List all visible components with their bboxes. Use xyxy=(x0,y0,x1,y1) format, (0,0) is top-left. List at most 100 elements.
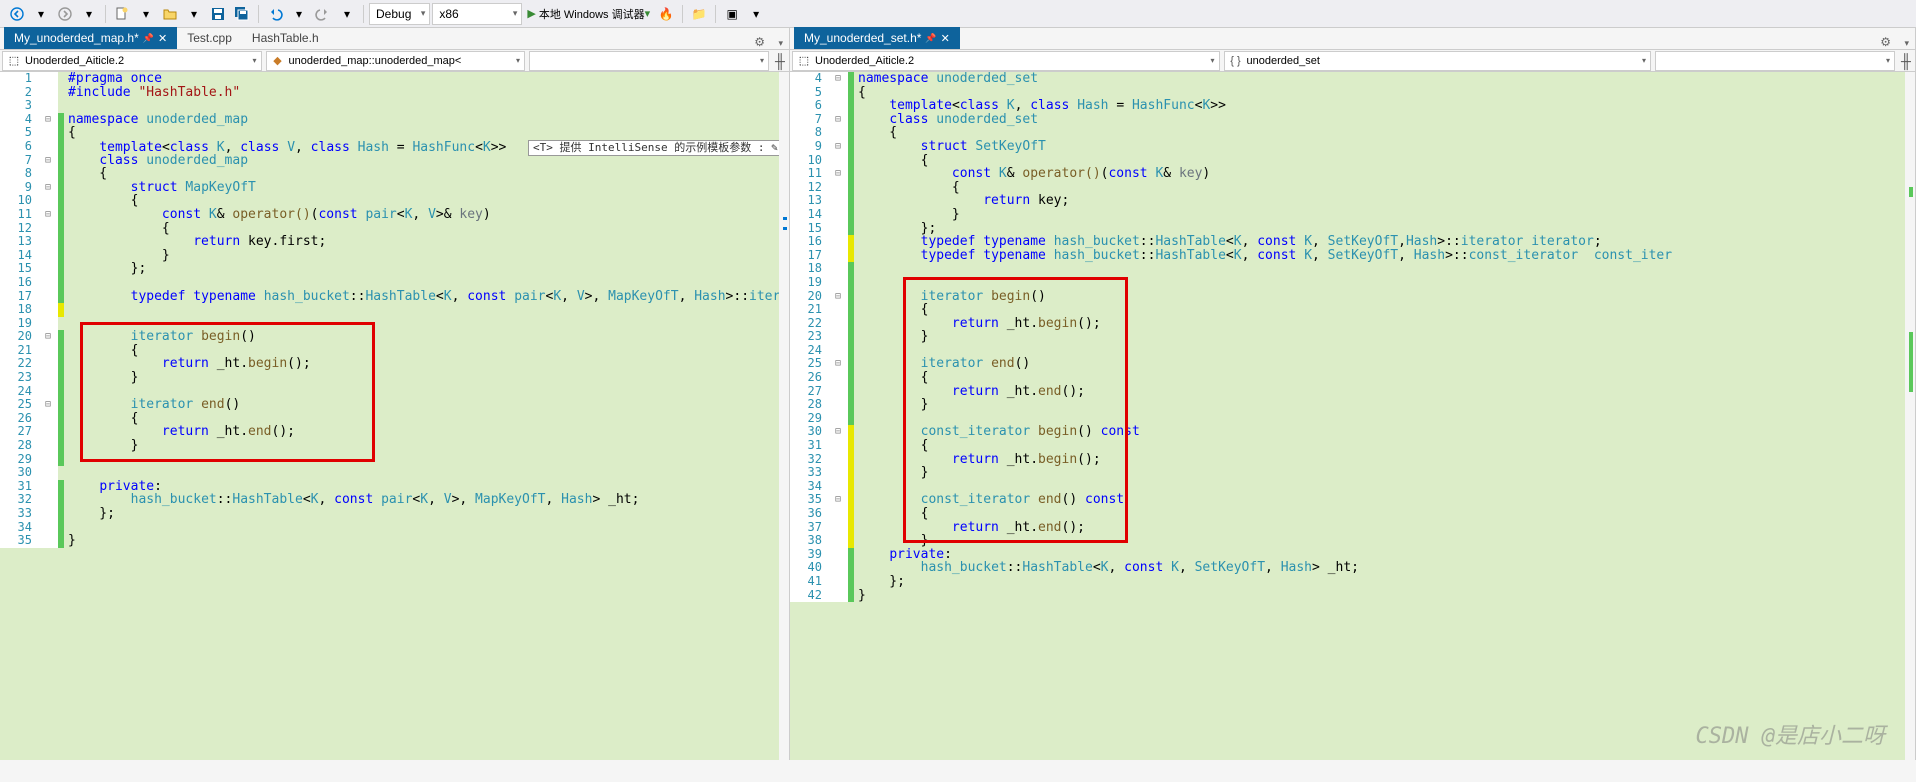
crumb-symbol[interactable]: { }unoderded_set xyxy=(1224,51,1652,71)
code-line[interactable]: 14 } xyxy=(0,249,789,263)
fold-toggle[interactable]: ⊟ xyxy=(828,357,848,371)
redo-button[interactable] xyxy=(312,3,334,25)
code-line[interactable]: 16 xyxy=(0,276,789,290)
code-line[interactable]: 23 } xyxy=(0,371,789,385)
left-editor[interactable]: 1#pragma once2#include "HashTable.h"34⊟n… xyxy=(0,72,789,760)
new-dd[interactable]: ▾ xyxy=(135,3,157,25)
code-line[interactable]: 34 xyxy=(790,480,1915,494)
nav-back-button[interactable] xyxy=(6,3,28,25)
code-line[interactable]: 12 { xyxy=(790,181,1915,195)
code-line[interactable]: 22 return _ht.begin(); xyxy=(0,357,789,371)
code-line[interactable]: 31 private: xyxy=(0,480,789,494)
nav-dd[interactable]: ▾ xyxy=(78,3,100,25)
fold-toggle[interactable]: ⊟ xyxy=(828,113,848,127)
pin-icon[interactable]: 📌 xyxy=(925,33,936,44)
fold-toggle[interactable]: ⊟ xyxy=(38,330,58,344)
fold-toggle[interactable]: ⊟ xyxy=(828,493,848,507)
gear-icon[interactable]: ⚙ xyxy=(754,35,765,49)
gear-icon[interactable]: ⚙ xyxy=(1880,35,1891,49)
code-line[interactable]: 18 xyxy=(0,303,789,317)
code-line[interactable]: 39 private: xyxy=(790,548,1915,562)
code-line[interactable]: 31 { xyxy=(790,439,1915,453)
code-line[interactable]: 29 xyxy=(0,453,789,467)
code-line[interactable]: 28 } xyxy=(790,398,1915,412)
open-file-button[interactable] xyxy=(159,3,181,25)
code-line[interactable]: 37 return _ht.end(); xyxy=(790,521,1915,535)
close-icon[interactable]: ✕ xyxy=(941,32,950,45)
open-dd[interactable]: ▾ xyxy=(183,3,205,25)
code-line[interactable]: 36 { xyxy=(790,507,1915,521)
code-line[interactable]: 30 xyxy=(0,466,789,480)
code-line[interactable]: 27 return _ht.end(); xyxy=(790,385,1915,399)
code-line[interactable]: 10 { xyxy=(790,154,1915,168)
code-line[interactable]: 2#include "HashTable.h" xyxy=(0,86,789,100)
undo-button[interactable] xyxy=(264,3,286,25)
flame-icon[interactable]: 🔥 xyxy=(655,3,677,25)
code-line[interactable]: 15 }; xyxy=(0,262,789,276)
crumb-split-icon[interactable]: ╫ xyxy=(771,53,789,69)
code-line[interactable]: 1#pragma once xyxy=(0,72,789,86)
code-line[interactable]: 28 } xyxy=(0,439,789,453)
fold-toggle[interactable]: ⊟ xyxy=(828,140,848,154)
code-line[interactable]: 10 { xyxy=(0,194,789,208)
file-tab[interactable]: HashTable.h xyxy=(242,27,329,49)
crumb-split-icon[interactable]: ╫ xyxy=(1897,53,1915,69)
code-line[interactable]: 41 }; xyxy=(790,575,1915,589)
file-tab[interactable]: My_unoderded_map.h* 📌✕ xyxy=(4,27,177,49)
new-file-button[interactable] xyxy=(111,3,133,25)
file-tab[interactable]: My_unoderded_set.h* 📌✕ xyxy=(794,27,960,49)
platform-dropdown[interactable]: x86 xyxy=(432,3,522,25)
code-line[interactable]: 5{ xyxy=(0,126,789,140)
code-line[interactable]: 35⊟ const_iterator end() const xyxy=(790,493,1915,507)
fold-toggle[interactable]: ⊟ xyxy=(828,425,848,439)
undo-dd[interactable]: ▾ xyxy=(288,3,310,25)
code-line[interactable]: 33 }; xyxy=(0,507,789,521)
code-line[interactable]: 35} xyxy=(0,534,789,548)
code-line[interactable]: 24 xyxy=(0,385,789,399)
crumb-project[interactable]: ⬚Unoderded_Aiticle.2 xyxy=(2,51,262,71)
code-line[interactable]: 20⊟ iterator begin() xyxy=(790,290,1915,304)
code-line[interactable]: 17 typedef typename hash_bucket::HashTab… xyxy=(0,290,789,304)
code-line[interactable]: 16 typedef typename hash_bucket::HashTab… xyxy=(790,235,1915,249)
folder-icon[interactable]: 📁 xyxy=(688,3,710,25)
code-line[interactable]: 11⊟ const K& operator()(const pair<K, V>… xyxy=(0,208,789,222)
save-all-button[interactable] xyxy=(231,3,253,25)
right-editor[interactable]: CSDN @是店小二呀 4⊟namespace unoderded_set5{6… xyxy=(790,72,1915,760)
code-line[interactable]: 21 { xyxy=(0,344,789,358)
code-line[interactable]: 12 { xyxy=(0,222,789,236)
close-icon[interactable]: ✕ xyxy=(158,32,167,45)
code-line[interactable]: 42} xyxy=(790,589,1915,603)
fold-toggle[interactable]: ⊟ xyxy=(38,398,58,412)
code-line[interactable]: 4⊟namespace unoderded_map xyxy=(0,113,789,127)
window-icon[interactable]: ▣ xyxy=(721,3,743,25)
tabs-overflow-icon[interactable]: ▾ xyxy=(778,38,783,49)
code-line[interactable]: 6 template<class K, class V, class Hash … xyxy=(0,140,789,154)
config-dropdown[interactable]: Debug xyxy=(369,3,430,25)
nav-forward-button[interactable]: ▾ xyxy=(30,3,52,25)
code-line[interactable]: 19 xyxy=(0,317,789,331)
window-dd[interactable]: ▾ xyxy=(745,3,767,25)
code-line[interactable]: 32 hash_bucket::HashTable<K, const pair<… xyxy=(0,493,789,507)
code-line[interactable]: 33 } xyxy=(790,466,1915,480)
fold-toggle[interactable]: ⊟ xyxy=(38,113,58,127)
code-line[interactable]: 24 xyxy=(790,344,1915,358)
code-line[interactable]: 23 } xyxy=(790,330,1915,344)
code-line[interactable]: 20⊟ iterator begin() xyxy=(0,330,789,344)
fold-toggle[interactable]: ⊟ xyxy=(38,154,58,168)
code-line[interactable]: 6 template<class K, class Hash = HashFun… xyxy=(790,99,1915,113)
code-line[interactable]: 11⊟ const K& operator()(const K& key) xyxy=(790,167,1915,181)
code-line[interactable]: 9⊟ struct SetKeyOfT xyxy=(790,140,1915,154)
redo-dd[interactable]: ▾ xyxy=(336,3,358,25)
code-line[interactable]: 27 return _ht.end(); xyxy=(0,425,789,439)
code-line[interactable]: 4⊟namespace unoderded_set xyxy=(790,72,1915,86)
code-line[interactable]: 38 } xyxy=(790,534,1915,548)
code-line[interactable]: 7⊟ class unoderded_set xyxy=(790,113,1915,127)
fold-toggle[interactable]: ⊟ xyxy=(828,290,848,304)
crumb-project[interactable]: ⬚Unoderded_Aiticle.2 xyxy=(792,51,1220,71)
file-tab[interactable]: Test.cpp xyxy=(177,27,242,49)
run-button[interactable]: ▶ 本地 Windows 调试器 ▾ xyxy=(524,3,653,25)
fold-toggle[interactable]: ⊟ xyxy=(38,208,58,222)
save-button[interactable] xyxy=(207,3,229,25)
code-line[interactable]: 5{ xyxy=(790,86,1915,100)
crumb-member[interactable] xyxy=(1655,51,1895,71)
